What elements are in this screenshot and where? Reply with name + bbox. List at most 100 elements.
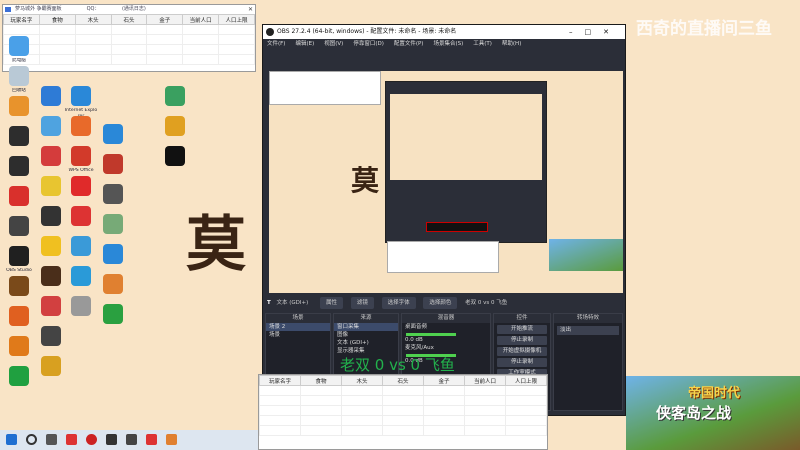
menu-item[interactable]: 文件(F) [267,41,285,47]
desktop-icon[interactable]: Internet Explorer [64,86,98,120]
transitions-panel[interactable]: 转场特效 淡出 [553,313,623,411]
source-item[interactable]: 文本 (GDI+) [334,339,398,347]
control-button[interactable]: 开始虚拟摄像机 [497,347,547,356]
menu-item[interactable]: 配置文件(P) [394,41,424,47]
desktop-icon[interactable] [64,176,98,210]
column-header[interactable]: 木头 [341,375,383,386]
desktop-icon[interactable]: 此电脑 [2,36,36,70]
desktop-icon[interactable] [2,306,36,340]
menu-item[interactable]: 停靠窗口(D) [353,41,384,47]
desktop-icon[interactable] [34,326,68,360]
desktop-icon[interactable] [96,214,130,248]
pick-font-button[interactable]: 选择字体 [381,297,416,309]
desktop-icon[interactable] [2,336,36,370]
desktop-icon[interactable] [34,176,68,210]
desktop-icon[interactable] [34,86,68,120]
desktop-icon[interactable] [2,156,36,190]
desktop-icon[interactable] [34,356,68,390]
desktop-icon[interactable] [2,216,36,250]
transition-select[interactable]: 淡出 [557,326,619,335]
app-icon[interactable] [106,434,117,445]
column-header[interactable]: 当前人口 [464,375,506,386]
source-item[interactable]: 图像 [334,331,398,339]
column-header[interactable]: 人口上限 [218,14,255,25]
column-header[interactable]: 金子 [146,14,184,25]
app-icon [103,274,123,294]
control-button[interactable]: 停止录制 [497,336,547,345]
menu-item[interactable]: 场景集合(S) [433,41,463,47]
desktop-icon[interactable] [34,206,68,240]
desktop-icon[interactable] [64,296,98,330]
obs-title-bar[interactable]: OBS 27.2.4 (64-bit, windows) - 配置文件: 未命名… [263,25,625,39]
desktop-icon[interactable] [64,266,98,300]
desktop-icon[interactable]: 回收站 [2,66,36,100]
app-icon [9,366,29,386]
column-header[interactable]: 石头 [382,375,424,386]
desktop-icon[interactable] [2,276,36,310]
desktop-icon[interactable] [34,266,68,300]
desktop-icon[interactable] [158,116,192,150]
task-view-icon[interactable] [46,434,57,445]
column-header[interactable]: 食物 [300,375,342,386]
desktop-icon[interactable] [34,146,68,180]
app-icon[interactable] [146,434,157,445]
desktop-icon[interactable] [64,236,98,270]
desktop-icon[interactable] [64,206,98,240]
desktop-icon[interactable] [64,116,98,150]
column-header[interactable]: 食物 [38,14,76,25]
control-button[interactable]: 开始推流 [497,325,547,334]
close-icon[interactable]: ✕ [248,5,253,14]
desktop-icon[interactable] [158,146,192,180]
players-table-window-2[interactable]: 玩家名字 食物 木头 石头 金子 当前人口 人口上限 [258,374,548,450]
desktop-icon[interactable] [2,186,36,220]
wps-icon[interactable] [66,434,77,445]
column-header[interactable]: 石头 [110,14,148,25]
properties-button[interactable]: 属性 [320,297,344,309]
app-icon[interactable] [126,434,137,445]
column-header[interactable]: 金子 [423,375,465,386]
menu-item[interactable]: 帮助(H) [502,41,521,47]
desktop-icon[interactable] [2,126,36,160]
mixer-channel[interactable]: 桌面音频 0.0 dB [402,323,490,344]
pick-color-button[interactable]: 选择颜色 [423,297,458,309]
desktop-icon[interactable]: WPS Office [64,146,98,180]
desktop-icon[interactable] [2,366,36,400]
filters-button[interactable]: 滤镜 [350,297,374,309]
desktop-icon[interactable] [96,244,130,278]
desktop-icon[interactable] [34,296,68,330]
app-icon[interactable] [166,434,177,445]
window-title-bar[interactable]: 萝马城外 争霸赛面板 QQ： (通讯日志) ✕ [3,5,255,14]
control-button[interactable]: 停止录制 [497,358,547,367]
taskbar[interactable] [0,430,258,450]
menu-item[interactable]: 编辑(E) [295,41,314,47]
column-header[interactable]: 人口上限 [505,375,547,386]
column-header[interactable]: 玩家名字 [3,14,40,25]
desktop-icon[interactable] [96,154,130,188]
players-table-window[interactable]: 萝马城外 争霸赛面板 QQ： (通讯日志) ✕ 玩家名字 食物 木头 石头 金子 当前人口… [2,4,256,72]
desktop-icon[interactable]: OBS Studio [2,246,36,280]
desktop-icon[interactable] [96,124,130,158]
column-header[interactable]: 木头 [74,14,112,25]
score-overlay: 老双 0 vs 0 飞鱼 [340,356,455,374]
desktop-icon[interactable] [34,236,68,270]
column-header[interactable]: 玩家名字 [259,375,301,386]
desktop-icon[interactable] [96,274,130,308]
desktop-icon[interactable] [96,304,130,338]
window-controls[interactable]: –□✕ [569,25,621,39]
app-icon[interactable] [86,434,97,445]
desktop-icon[interactable] [96,184,130,218]
source-item[interactable]: 窗口采集 [334,323,398,331]
obs-preview[interactable]: 莫 [269,71,623,293]
scene-item[interactable]: 场景 2 [266,323,330,331]
desktop-icon[interactable] [2,96,36,130]
menu-item[interactable]: 视图(V) [324,41,343,47]
scene-item[interactable]: 场景 [266,331,330,339]
desktop-icon[interactable] [34,116,68,150]
obs-menu-bar[interactable]: 文件(F) 编辑(E) 视图(V) 停靠窗口(D) 配置文件(P) 场景集合(S) 工具(T… [263,39,625,50]
start-icon[interactable] [6,434,17,445]
desktop-icon[interactable] [158,86,192,120]
window-title: 萝马城外 争霸赛面板 QQ： (通讯日志) [15,6,146,12]
menu-item[interactable]: 工具(T) [473,41,492,47]
search-icon[interactable] [26,434,37,445]
column-header[interactable]: 当前人口 [182,14,220,25]
